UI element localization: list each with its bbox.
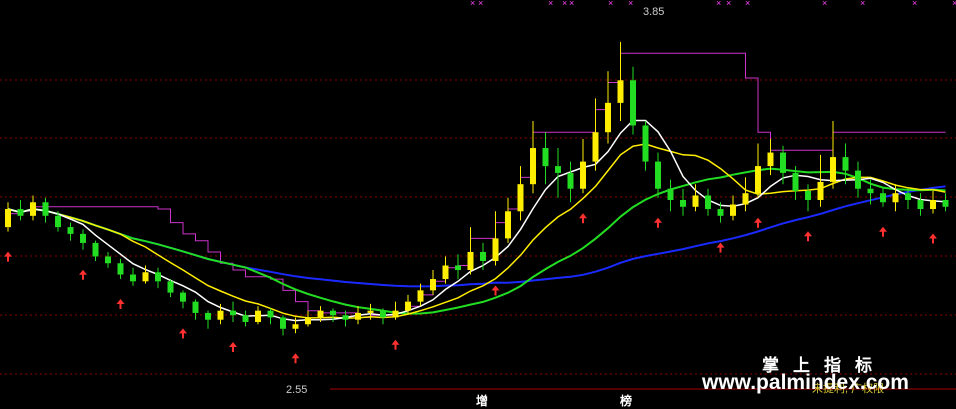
chart-background (0, 0, 956, 409)
candle-body (467, 251, 474, 271)
top-marker-icon: × (912, 0, 917, 8)
candle-body (780, 152, 786, 173)
top-marker-icon: × (952, 0, 956, 8)
candle-body (842, 157, 849, 171)
candle-body (605, 102, 611, 133)
candle-body (667, 188, 674, 200)
low-price-label: 2.55 (286, 384, 307, 396)
candle-body (230, 310, 236, 316)
candle-body (505, 211, 511, 239)
candle-body (92, 242, 99, 257)
candle-body (455, 265, 461, 271)
candle-body (917, 200, 924, 210)
candle-body (830, 157, 836, 182)
candle-body (717, 209, 724, 216)
candle-body (192, 301, 199, 313)
candle-body (180, 292, 186, 302)
candle-body (392, 310, 399, 318)
candle-body (930, 200, 936, 210)
candle-body (792, 172, 799, 191)
candle-body (342, 315, 349, 320)
candle-body (305, 317, 311, 325)
top-marker-icon: × (608, 0, 613, 8)
candle-body (205, 312, 211, 320)
candle-body (517, 184, 524, 212)
candle-body (255, 310, 261, 322)
candle-body (730, 204, 736, 216)
candle-body (430, 279, 436, 291)
top-marker-icon: × (628, 0, 633, 8)
candle-body (355, 312, 361, 320)
candle-body (142, 272, 149, 282)
candle-body (705, 195, 711, 210)
candle-body (592, 132, 599, 162)
candle-body (417, 290, 424, 302)
top-marker-icon: × (562, 0, 567, 8)
candle-body (617, 80, 624, 103)
top-marker-icon: × (548, 0, 553, 8)
candle-body (680, 200, 686, 207)
top-marker-icon: × (470, 0, 475, 8)
top-marker-icon: × (745, 0, 750, 8)
candle-body (542, 148, 549, 167)
candle-body (330, 310, 336, 316)
candle-body (442, 265, 449, 280)
candle-body (530, 148, 536, 185)
candle-body (30, 202, 36, 216)
candle-body (80, 233, 86, 243)
candle-body (267, 310, 274, 318)
candle-body (380, 310, 386, 318)
candle-body (692, 195, 699, 207)
candle-body (280, 317, 286, 329)
candle-body (492, 238, 499, 261)
top-marker-icon: × (860, 0, 865, 8)
candle-body (805, 190, 811, 200)
candle-body (317, 310, 324, 318)
top-marker-icon: × (716, 0, 721, 8)
candle-body (580, 161, 586, 189)
top-marker-icon: × (822, 0, 827, 8)
candle-body (105, 256, 111, 264)
candle-body (217, 310, 224, 320)
candle-body (867, 188, 874, 194)
top-marker-icon: × (569, 0, 574, 8)
candle-body (567, 172, 574, 189)
candle-body (167, 281, 174, 293)
kline-chart: × × × × × × × × × × × × × × 3.85 2.55 增 榜 宋提利, 广权限 掌上… (0, 0, 956, 409)
top-marker-icon: × (478, 0, 483, 8)
candle-body (5, 209, 11, 228)
candle-body (767, 152, 774, 167)
candle-body (367, 310, 374, 313)
top-marker-icon: × (726, 0, 731, 8)
candle-body (480, 251, 486, 261)
candle-body (630, 80, 636, 126)
watermark-url: www.palmindex.com (701, 371, 909, 394)
candle-body (742, 193, 749, 205)
candle-body (55, 215, 61, 228)
candle-body (555, 166, 561, 173)
candle-body (130, 274, 136, 282)
candle-body (292, 324, 299, 329)
high-price-label: 3.85 (643, 6, 664, 18)
candle-body (67, 227, 74, 234)
candle-body (642, 125, 649, 162)
candle-body (155, 272, 161, 282)
candle-body (942, 200, 949, 207)
candle-body (880, 193, 886, 203)
candle-body (655, 161, 661, 189)
candle-body (117, 263, 124, 275)
candle-body (817, 181, 824, 200)
bottom-label-1: 增 (476, 393, 488, 408)
bottom-label-2: 榜 (620, 393, 632, 408)
candle-body (755, 166, 761, 194)
candle-body (892, 193, 899, 203)
candle-body (405, 301, 411, 311)
candle-body (855, 170, 861, 189)
candle-body (905, 193, 911, 200)
candle-body (17, 209, 24, 216)
candle-body (242, 315, 249, 322)
candle-body (42, 202, 49, 216)
